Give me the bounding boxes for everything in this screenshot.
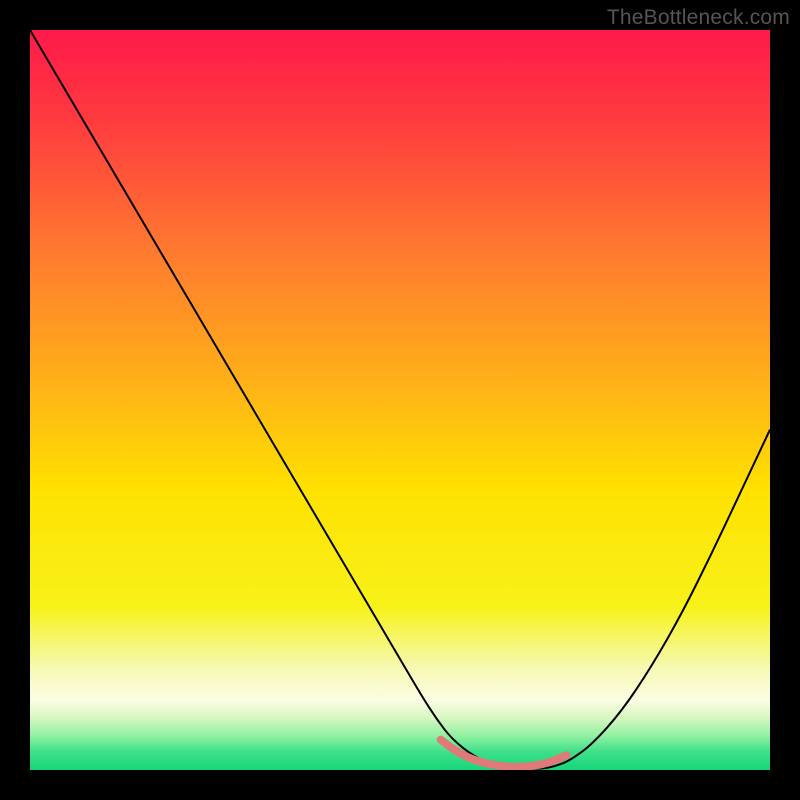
chart-svg — [30, 30, 770, 770]
watermark-text: TheBottleneck.com — [607, 6, 790, 30]
plot-area — [30, 30, 770, 770]
chart-frame: TheBottleneck.com — [0, 0, 800, 800]
